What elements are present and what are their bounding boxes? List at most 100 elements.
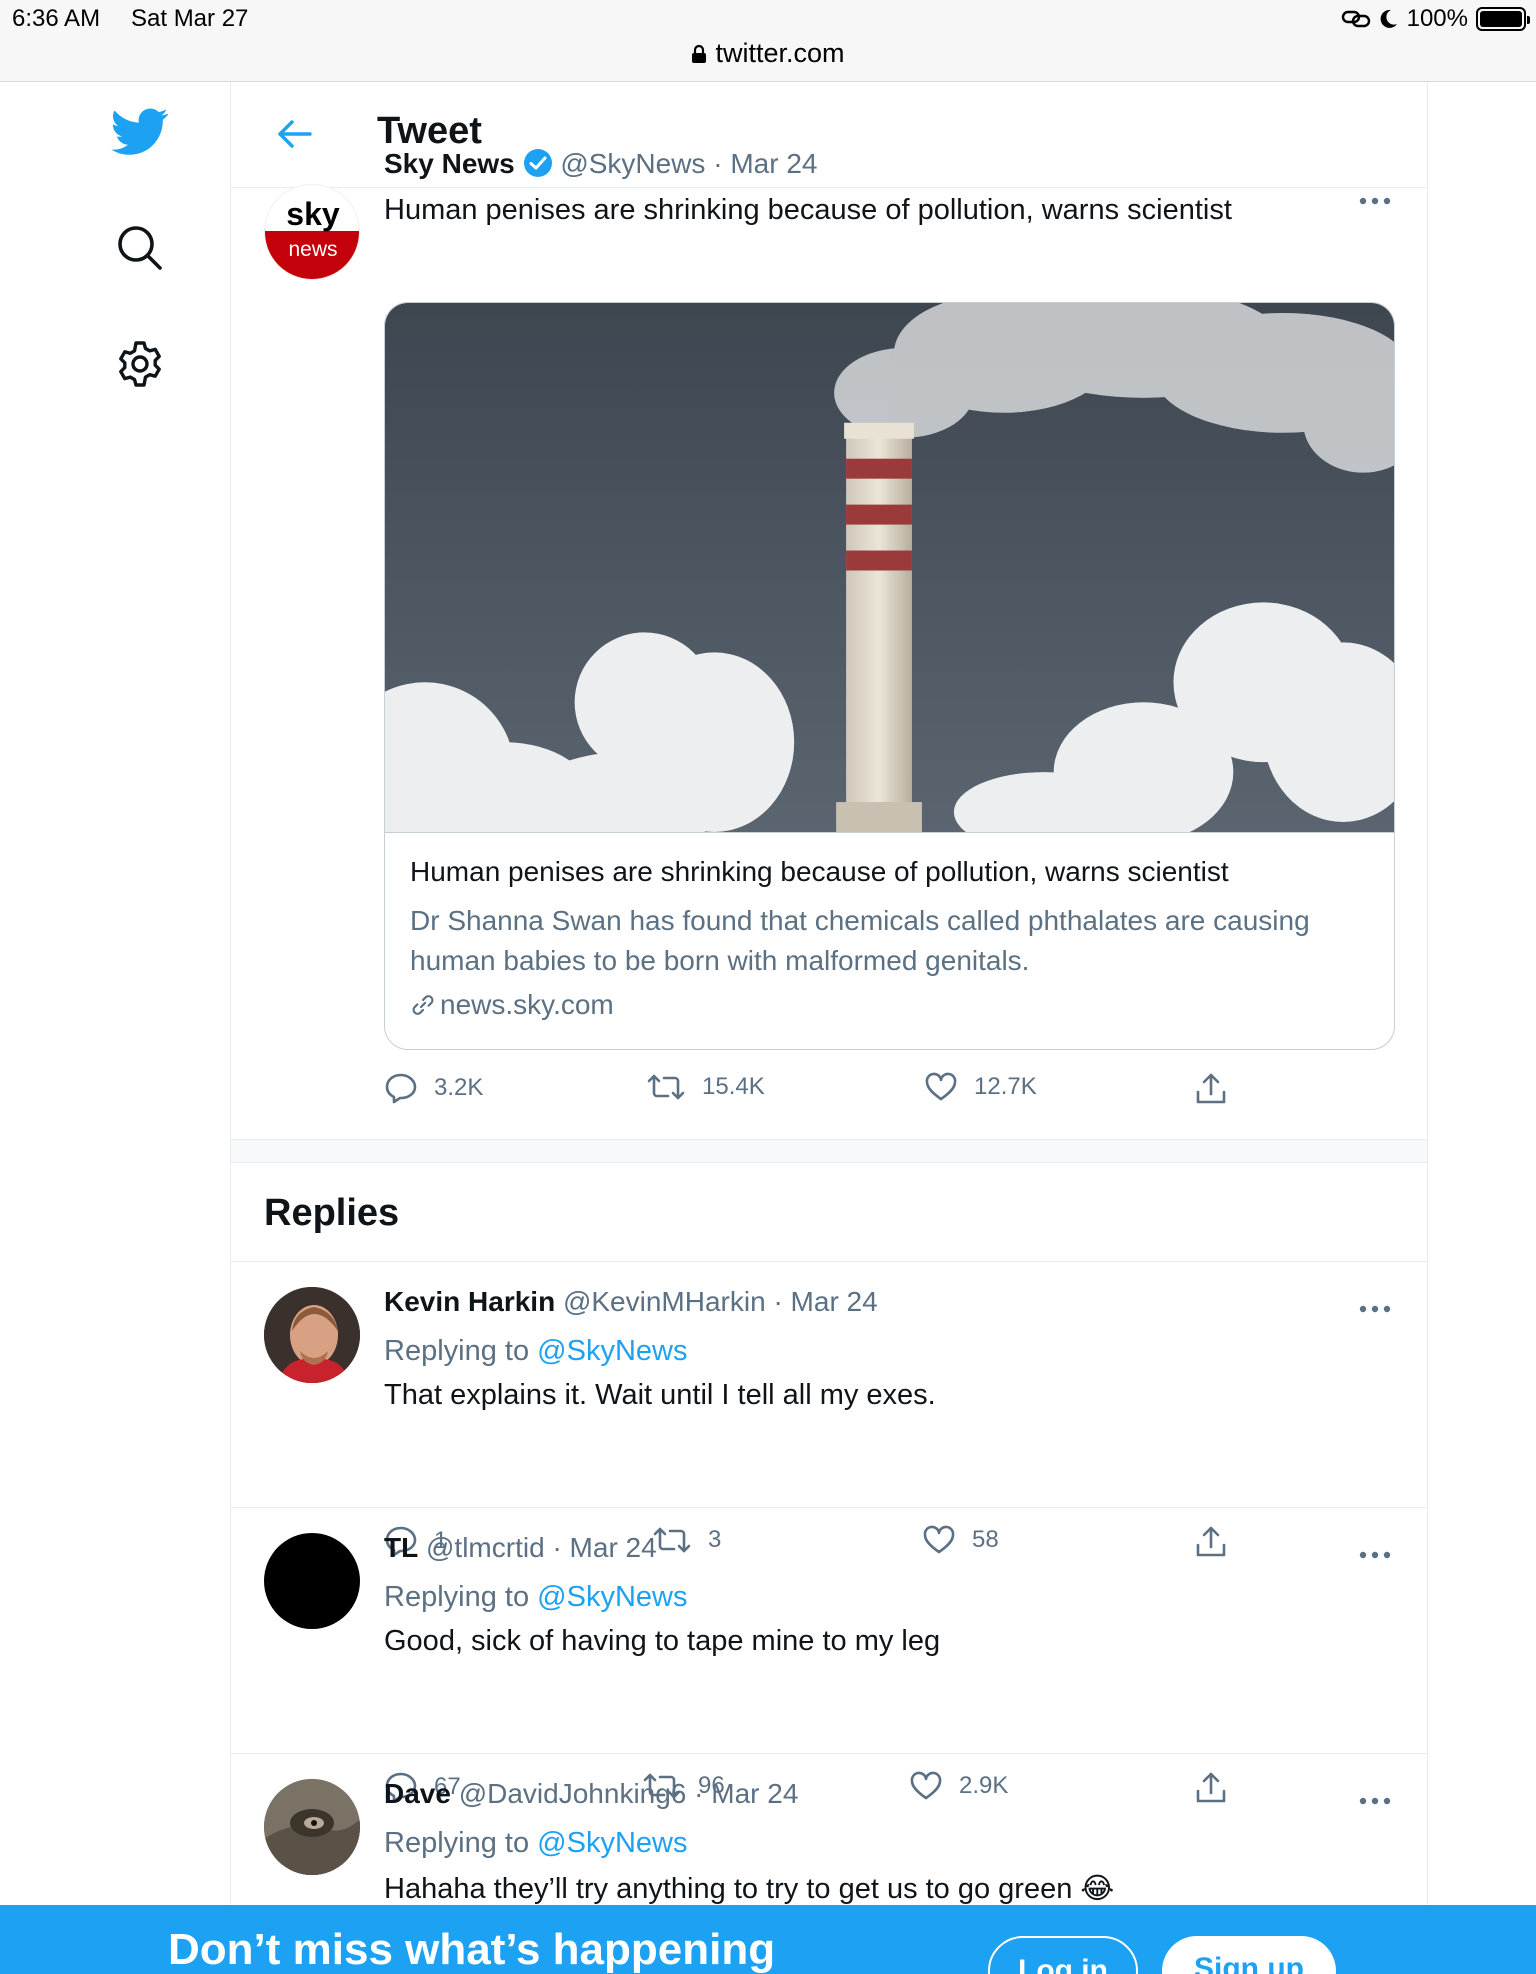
like-icon [925,1072,957,1101]
reply-date[interactable]: · Mar 24 [694,1778,798,1809]
divider [231,1507,1427,1508]
share-icon [1196,1526,1226,1557]
avatar[interactable] [264,1779,360,1875]
card-image-smokestack [385,303,1394,833]
twitter-bird-icon [111,108,169,155]
sky-news-logo: sky news [265,185,359,279]
author-name[interactable]: Dave [384,1778,451,1809]
retweet-icon [653,1527,691,1553]
share-button[interactable] [1194,1072,1228,1106]
gear-icon [119,341,161,387]
main-column: Tweet sky news Sky News @SkyNews · Mar 2… [230,82,1428,1974]
search-link[interactable] [108,216,172,280]
replying-to-handle[interactable]: @SkyNews [537,1581,687,1613]
card-title: Human penises are shrinking because of p… [410,856,1229,887]
sidebar-nav [0,82,230,1974]
more-button[interactable] [1355,1786,1395,1816]
share-icon [1196,1772,1226,1803]
reply-count: 3.2K [434,1074,484,1101]
settings-link[interactable] [108,332,172,396]
share-button[interactable] [1194,1525,1228,1559]
like-button[interactable]: 58 [922,1525,999,1555]
retweet-icon [647,1074,685,1100]
login-button[interactable]: Log in [988,1936,1138,1974]
search-icon [118,226,162,270]
replying-prefix: Replying to [384,1581,530,1613]
avatar[interactable] [264,1287,360,1383]
avatar[interactable] [264,1533,360,1629]
like-count: 58 [972,1526,999,1553]
reply-author-line: Kevin Harkin @KevinMHarkin · Mar 24 [384,1286,878,1318]
retweet-count: 15.4K [702,1073,765,1100]
link-icon [412,995,434,1015]
link-status-icon [1341,10,1370,28]
author-name[interactable]: Kevin Harkin [384,1286,555,1317]
author-name[interactable]: TL [384,1532,418,1563]
moon-icon [1380,9,1397,28]
battery-percent: 100% [1406,5,1468,32]
url-bar[interactable]: twitter.com [0,38,1536,69]
reply-icon [385,1073,417,1104]
author-handle[interactable]: @SkyNews [560,148,705,179]
signup-banner: Don’t miss what’s happening Log in Sign … [0,1905,1536,1974]
replying-to-handle[interactable]: @SkyNews [537,1827,687,1859]
card-domain: news.sky.com [410,989,614,1021]
reply-date[interactable]: · Mar 24 [552,1532,656,1563]
like-count: 2.9K [959,1772,1009,1799]
retweet-button[interactable]: 15.4K [646,1072,765,1102]
replying-to-line: Replying to @SkyNews [384,1827,687,1860]
like-count: 12.7K [974,1073,1037,1100]
banner-headline: Don’t miss what’s happening [168,1925,776,1974]
reply-button[interactable]: 3.2K [384,1072,483,1104]
more-button[interactable] [1355,1294,1395,1324]
author-handle[interactable]: @DavidJohnking6 [459,1778,687,1809]
avatar-photo [264,1779,360,1875]
status-time: 6:36 AM [12,5,101,32]
sky-logo-text: sky [286,196,340,232]
reply-date[interactable]: · Mar 24 [773,1286,877,1317]
page-title: Tweet [377,110,482,152]
author-handle[interactable]: @tlmcrtid [426,1532,545,1563]
reply-text: Hahaha they’ll try anything to try to ge… [384,1873,1115,1905]
replying-prefix: Replying to [384,1827,530,1859]
tweet-date[interactable]: · Mar 24 [713,148,817,179]
like-icon [923,1525,955,1554]
status-date: Sat Mar 27 [131,5,249,32]
section-separator [231,1139,1427,1163]
retweet-button[interactable]: 3 [652,1525,721,1555]
tweet-text: Human penises are shrinking because of p… [384,194,1232,226]
status-indicators: 100% [1341,5,1530,33]
divider [231,1261,1427,1262]
more-icon [1359,197,1391,205]
divider [231,1753,1427,1754]
signup-button[interactable]: Sign up [1162,1936,1336,1974]
share-icon [1196,1073,1226,1104]
retweet-count: 3 [708,1526,722,1553]
reply-text: That explains it. Wait until I tell all … [384,1379,936,1411]
back-button[interactable] [267,106,323,162]
like-icon [910,1771,942,1800]
reply-author-line: Dave @DavidJohnking6 · Mar 24 [384,1778,798,1810]
more-icon [1359,1551,1391,1559]
replying-to-line: Replying to @SkyNews [384,1581,687,1614]
more-button[interactable] [1355,1540,1395,1570]
author-handle[interactable]: @KevinMHarkin [563,1286,766,1317]
replying-to-handle[interactable]: @SkyNews [537,1335,687,1367]
like-button[interactable]: 12.7K [924,1072,1037,1102]
tweet-author-line: Sky News @SkyNews · Mar 24 [384,148,817,180]
browser-status-bar: 6:36 AM Sat Mar 27 100% twitter.com [0,0,1536,82]
more-icon [1359,1797,1391,1805]
verified-badge-icon [523,149,552,177]
author-name[interactable]: Sky News [384,148,515,179]
more-button[interactable] [1355,186,1395,216]
twitter-home-link[interactable] [108,100,172,164]
reply-text: Good, sick of having to tape mine to my … [384,1625,941,1657]
link-card[interactable]: Human penises are shrinking because of p… [384,302,1395,1050]
back-arrow-icon [278,120,312,148]
url-text: twitter.com [715,38,845,68]
replies-heading: Replies [264,1192,400,1234]
like-button[interactable]: 2.9K [909,1771,1008,1801]
avatar[interactable]: sky news [264,184,360,280]
share-button[interactable] [1194,1771,1228,1805]
tweet-actions: 3.2K 15.4K 12.7K [384,1072,1284,1112]
